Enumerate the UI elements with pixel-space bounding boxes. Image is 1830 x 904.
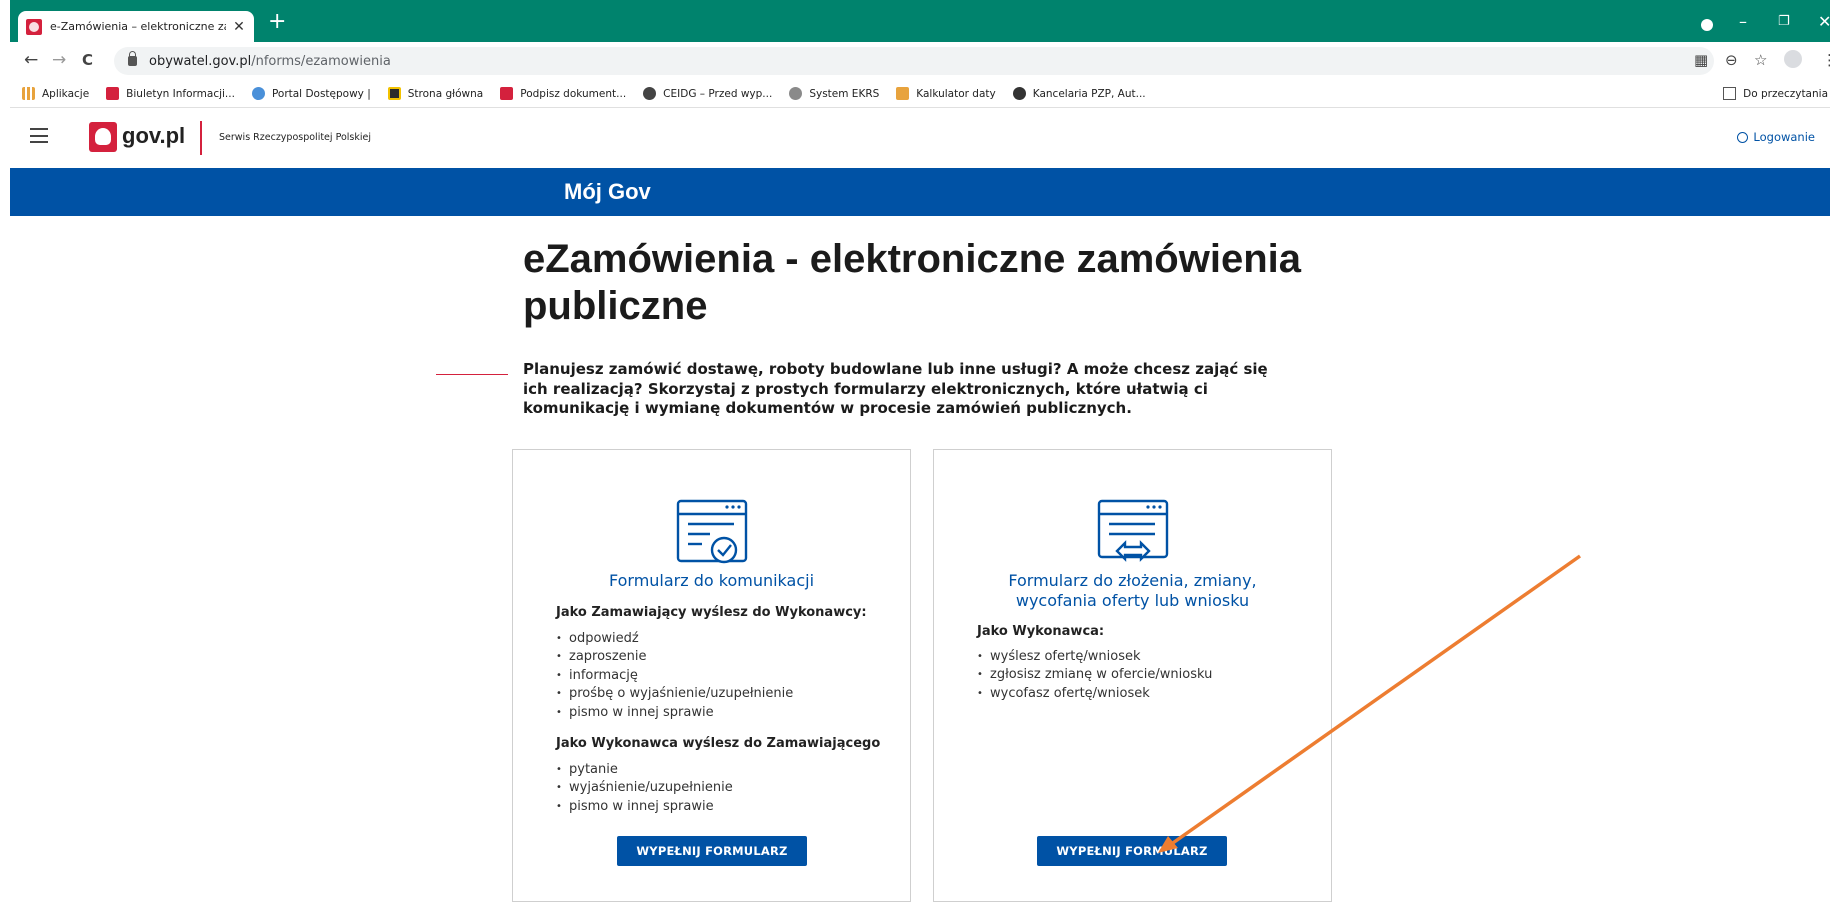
section-label: Jako Wykonawca wyślesz do Zamawiającego — [556, 736, 881, 751]
new-tab-button[interactable]: + — [268, 11, 286, 33]
fill-form-button[interactable]: WYPEŁNIJ FORMULARZ — [1037, 836, 1227, 866]
qr-code-icon[interactable]: ▦ — [1694, 51, 1708, 69]
home-site-icon — [387, 87, 401, 100]
tab-close-icon[interactable]: ✕ — [232, 19, 246, 35]
url-host: obywatel.gov.pl — [149, 53, 252, 69]
list-item: wycofasz ofertę/wniosek — [977, 685, 1212, 704]
url-input[interactable]: obywatel.gov.pl /nforms/ezamowienia — [114, 47, 1714, 75]
hamburger-menu-icon[interactable] — [30, 128, 48, 143]
list: odpowiedź zaproszenie informację prośbę … — [556, 630, 793, 722]
lead-accent-line — [436, 374, 508, 375]
site-subtitle: Serwis Rzeczypospolitej Polskiej — [219, 132, 371, 143]
bookmark-kalkulator[interactable]: Kalkulator daty — [896, 87, 996, 100]
list-item: odpowiedź — [556, 630, 793, 649]
list-item: pismo w innej sprawie — [556, 798, 733, 817]
globe-icon — [643, 87, 657, 100]
list: wyślesz ofertę/wniosek zgłosisz zmianę w… — [977, 648, 1212, 704]
login-link[interactable]: Logowanie — [1737, 130, 1815, 144]
card-offer-title-line1[interactable]: Formularz do złożenia, zmiany, — [934, 571, 1331, 591]
site-header: gov.pl Serwis Rzeczypospolitej Polskiej … — [10, 109, 1830, 168]
list-item: informację — [556, 667, 793, 686]
bookmark-strona-glowna[interactable]: Strona główna — [387, 87, 483, 100]
bookmarks-bar: Aplikacje Biuletyn Informacji... Portal … — [10, 80, 1830, 108]
calendar-icon — [896, 87, 910, 100]
browser-tab-bar: e-Zamówienia – elektroniczne za ✕ + – ❐ … — [10, 0, 1830, 42]
page-title: eZamówienia - elektroniczne zamówienia p… — [523, 237, 1302, 328]
apps-grid-icon — [22, 87, 35, 100]
menu-kebab-icon[interactable]: ⋮ — [1822, 51, 1830, 69]
list-item: prośbę o wyjaśnienie/uzupełnienie — [556, 685, 793, 704]
section-band-title: Mój Gov — [564, 179, 651, 204]
profile-dot-icon[interactable] — [1701, 19, 1713, 31]
minimize-button[interactable]: – — [1739, 12, 1747, 31]
restore-button[interactable]: ❐ — [1778, 14, 1790, 29]
bookmark-bip[interactable]: Biuletyn Informacji... — [106, 87, 235, 100]
card-offer-title-line2[interactable]: wycofania oferty lub wniosku — [934, 591, 1331, 611]
user-icon — [1737, 131, 1749, 143]
reading-list-icon — [1723, 87, 1737, 100]
list-item: pytanie — [556, 761, 733, 780]
section-band: Mój Gov — [10, 168, 1830, 216]
card-offer: Formularz do złożenia, zmiany, wycofania… — [933, 449, 1332, 902]
form-check-icon — [676, 499, 748, 564]
profile-avatar-icon[interactable] — [1784, 50, 1802, 68]
form-exchange-icon — [1097, 499, 1169, 562]
bookmark-ekrs[interactable]: System EKRS — [789, 87, 879, 100]
bookmark-aplikacje[interactable]: Aplikacje — [22, 87, 89, 100]
gov-favicon-icon — [26, 18, 42, 35]
screenshot-root: e-Zamówienia – elektroniczne za ✕ + – ❐ … — [0, 0, 1830, 904]
bookmark-kancelaria[interactable]: Kancelaria PZP, Aut... — [1012, 87, 1146, 100]
list: pytanie wyjaśnienie/uzupełnienie pismo w… — [556, 761, 733, 817]
logo-divider — [200, 121, 202, 155]
address-bar-row: ← → C obywatel.gov.pl /nforms/ezamowieni… — [10, 42, 1830, 80]
zoom-icon[interactable]: ⊖ — [1725, 51, 1738, 69]
list-item: zgłosisz zmianę w ofercie/wniosku — [977, 666, 1212, 685]
browser-tab[interactable]: e-Zamówienia – elektroniczne za ✕ — [18, 11, 254, 42]
bookmark-portal[interactable]: Portal Dostępowy | — [251, 87, 371, 100]
reload-button[interactable]: C — [82, 51, 93, 69]
section-label: Jako Zamawiający wyślesz do Wykonawcy: — [556, 605, 867, 620]
url-path: /nforms/ezamowienia — [251, 53, 391, 69]
lock-icon — [128, 51, 137, 66]
sign-doc-icon — [500, 87, 514, 100]
bookmark-star-icon[interactable]: ☆ — [1754, 51, 1767, 69]
bip-icon — [106, 87, 120, 100]
bookmark-podpisz[interactable]: Podpisz dokument... — [500, 87, 626, 100]
list-item: zaproszenie — [556, 648, 793, 667]
card-communication-title[interactable]: Formularz do komunikacji — [513, 571, 910, 591]
reading-list-button[interactable]: Do przeczytania — [1723, 87, 1828, 100]
card-communication: Formularz do komunikacji Jako Zamawiając… — [512, 449, 911, 902]
list-item: pismo w innej sprawie — [556, 704, 793, 723]
polish-eagle-logo-icon[interactable] — [89, 122, 117, 152]
ekrs-icon — [789, 87, 803, 100]
bookmark-ceidg[interactable]: CEIDG – Przed wyp... — [643, 87, 772, 100]
list-item: wyjaśnienie/uzupełnienie — [556, 779, 733, 798]
site-logo[interactable]: gov.pl — [122, 123, 185, 149]
tab-title: e-Zamówienia – elektroniczne za — [50, 20, 226, 33]
back-button[interactable]: ← — [24, 50, 38, 70]
page-lead: Planujesz zamówić dostawę, roboty budowl… — [523, 360, 1268, 417]
forward-button[interactable]: → — [52, 50, 66, 70]
portal-icon — [251, 87, 265, 100]
kancelaria-icon — [1012, 87, 1026, 100]
close-window-button[interactable]: ✕ — [1818, 12, 1830, 31]
section-label: Jako Wykonawca: — [977, 624, 1105, 639]
list-item: wyślesz ofertę/wniosek — [977, 648, 1212, 667]
fill-form-button[interactable]: WYPEŁNIJ FORMULARZ — [617, 836, 807, 866]
